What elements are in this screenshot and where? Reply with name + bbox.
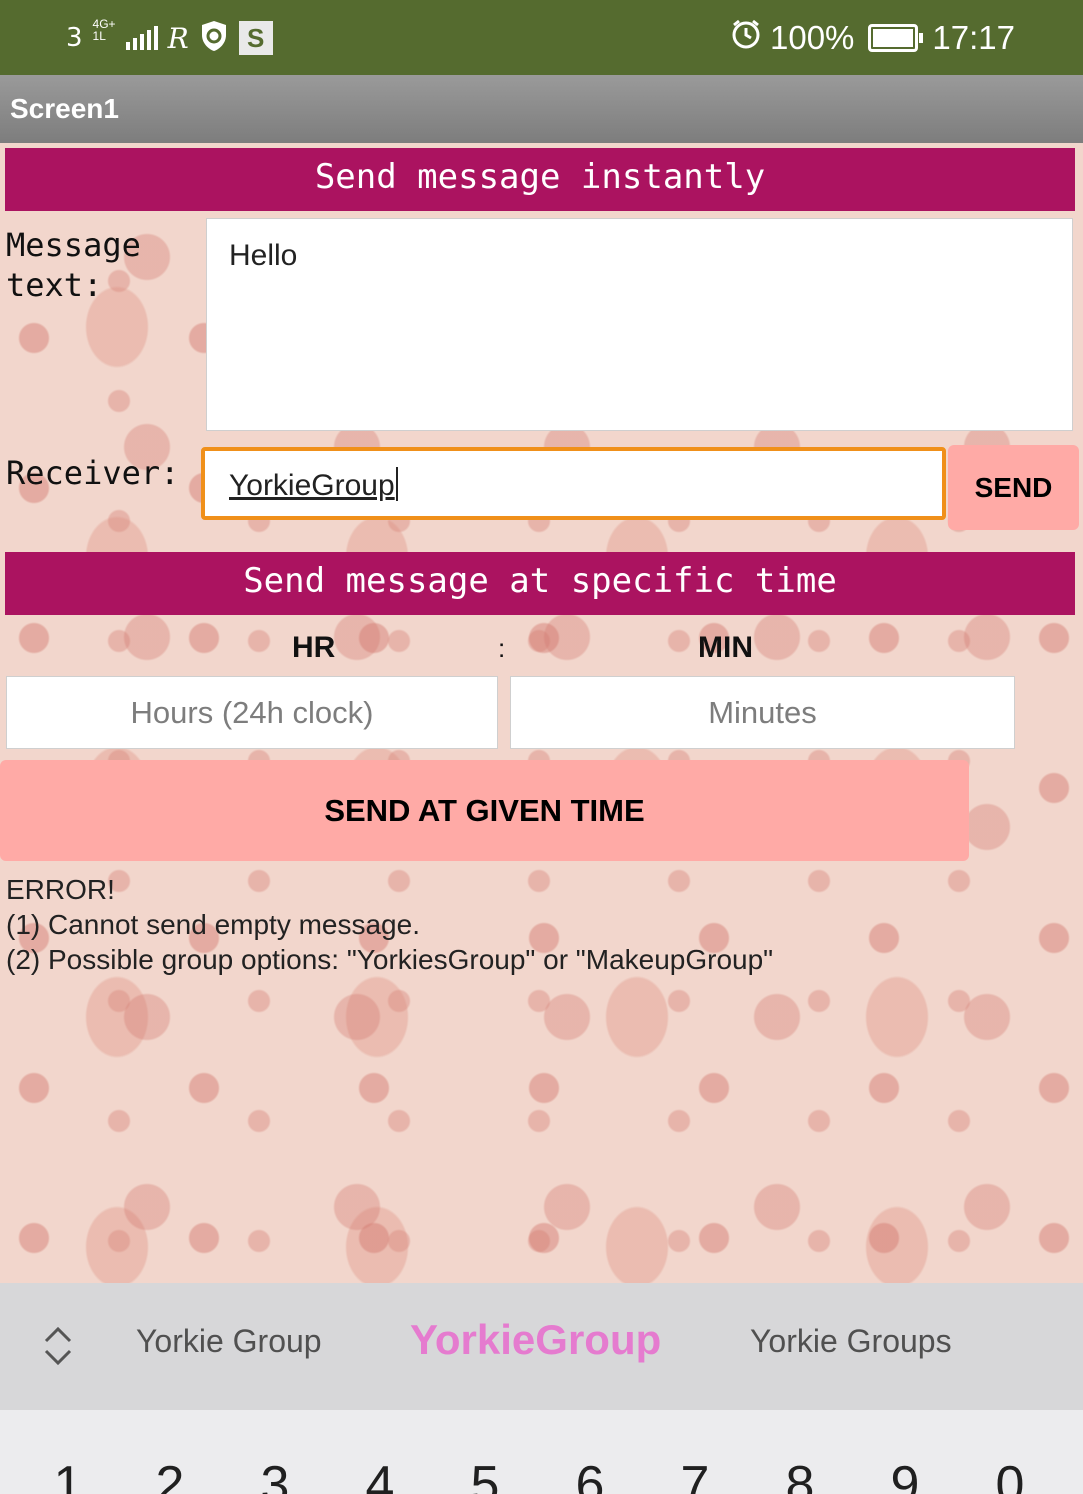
message-text-label: Message text: <box>6 226 141 304</box>
receiver-label: Receiver: <box>6 454 180 492</box>
expand-collapse-icon[interactable] <box>40 1321 76 1371</box>
key-6[interactable]: 6 <box>560 1455 620 1494</box>
min-label: MIN <box>698 631 753 664</box>
status-bar: 3 4G+ 1L R S 100% 17:17 <box>0 0 1083 75</box>
key-3[interactable]: 3 <box>245 1455 305 1494</box>
sim-indicator: 3 <box>66 23 83 53</box>
key-5[interactable]: 5 <box>455 1455 515 1494</box>
keyboard-number-row: 1 2 3 4 5 6 7 8 9 0 <box>0 1410 1083 1494</box>
time-colon: : <box>498 633 506 663</box>
roaming-icon: R <box>167 21 189 55</box>
screen-title: Screen1 <box>10 93 119 124</box>
text-cursor <box>395 467 398 501</box>
hr-label: HR <box>292 631 336 664</box>
error-line-2: (2) Possible group options: "YorkiesGrou… <box>6 944 774 975</box>
key-9[interactable]: 9 <box>875 1455 935 1494</box>
error-message: ERROR! (1) Cannot send empty message. (2… <box>6 872 773 977</box>
battery-icon <box>868 24 924 52</box>
suggestion-1[interactable]: Yorkie Group <box>136 1323 322 1360</box>
key-1[interactable]: 1 <box>38 1455 98 1494</box>
status-right-icons: 100% 17:17 <box>730 18 1015 58</box>
message-text-input[interactable]: Hello <box>206 218 1073 431</box>
signal-icon <box>125 26 158 50</box>
clock: 17:17 <box>932 19 1015 56</box>
alarm-clock-icon <box>730 18 762 58</box>
key-2[interactable]: 2 <box>140 1455 200 1494</box>
suggestion-2-active[interactable]: YorkieGroup <box>410 1316 661 1364</box>
error-title: ERROR! <box>6 874 115 905</box>
keyboard-suggestion-bar: Yorkie Group YorkieGroup Yorkie Groups <box>0 1283 1083 1410</box>
status-left-icons: 3 4G+ 1L R S <box>66 18 273 58</box>
network-type: 4G+ 1L <box>92 17 116 43</box>
scheduled-section-header: Send message at specific time <box>5 552 1075 615</box>
battery-percent: 100% <box>770 19 855 56</box>
receiver-value: YorkieGroup <box>229 467 398 503</box>
shield-icon <box>199 19 229 58</box>
key-4[interactable]: 4 <box>350 1455 410 1494</box>
instant-section-header: Send message instantly <box>5 148 1075 211</box>
app-title-bar: Screen1 <box>0 75 1083 143</box>
key-0[interactable]: 0 <box>980 1455 1040 1494</box>
receiver-input[interactable]: YorkieGroup <box>201 447 946 520</box>
hours-input[interactable]: Hours (24h clock) <box>6 676 498 749</box>
s-badge-icon: S <box>238 21 273 55</box>
error-line-1: (1) Cannot send empty message. <box>6 909 420 940</box>
suggestion-3[interactable]: Yorkie Groups <box>750 1323 952 1360</box>
send-button[interactable]: SEND <box>948 445 1079 530</box>
key-8[interactable]: 8 <box>770 1455 830 1494</box>
message-text-value: Hello <box>229 239 298 272</box>
main-content: Send message instantly Message text: Hel… <box>0 143 1083 1283</box>
send-at-given-time-button[interactable]: SEND AT GIVEN TIME <box>0 760 969 861</box>
key-7[interactable]: 7 <box>665 1455 725 1494</box>
minutes-input[interactable]: Minutes <box>510 676 1015 749</box>
